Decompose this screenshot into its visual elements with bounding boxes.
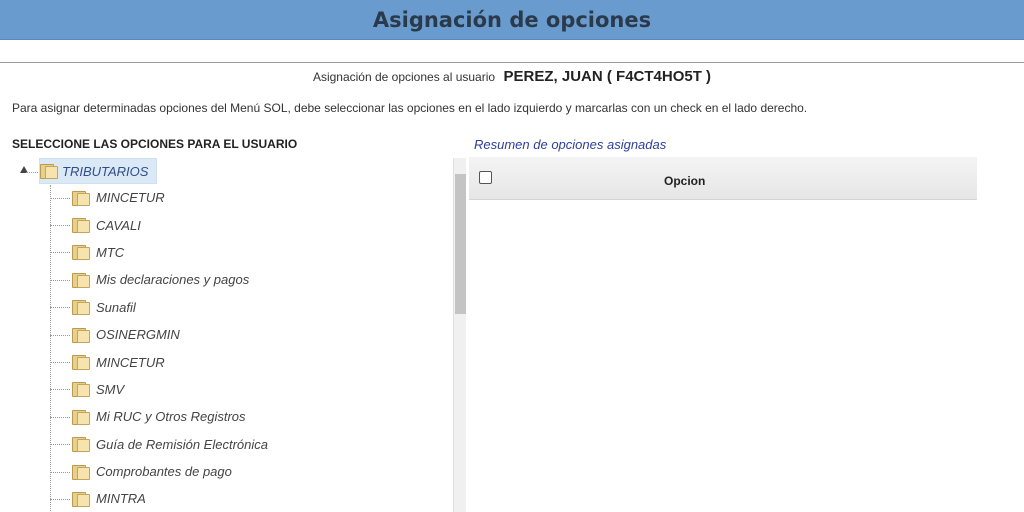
folder-icon xyxy=(72,217,90,234)
user-name: PEREZ, JUAN ( F4CT4HO5T ) xyxy=(503,68,712,85)
user-label: Asignación de opciones al usuario xyxy=(312,70,496,84)
tree-connector xyxy=(50,334,70,336)
tree-connector xyxy=(50,389,70,391)
tree-item[interactable]: MINCETUR xyxy=(16,184,446,211)
tree-item-label: Mi RUC y Otros Registros xyxy=(96,409,246,425)
tree-connector xyxy=(50,362,70,364)
folder-icon xyxy=(72,381,90,398)
folder-icon xyxy=(72,244,90,261)
tree-item[interactable]: MINCETUR xyxy=(16,348,446,375)
scrollbar-thumb[interactable] xyxy=(455,174,466,314)
tree-item-label: Mis declaraciones y pagos xyxy=(96,272,250,288)
tree-connector xyxy=(50,279,70,281)
folder-icon xyxy=(72,327,90,343)
summary-title: Resumen de opciones asignadas xyxy=(474,137,667,152)
tree-connector xyxy=(50,307,70,309)
tree-connector xyxy=(50,197,70,199)
user-line: Asignación de opciones al usuario PEREZ,… xyxy=(0,68,1024,86)
tree-title: SELECCIONE LAS OPCIONES PARA EL USUARIO xyxy=(12,137,298,151)
tree-root-item[interactable]: TRIBUTARIOS xyxy=(39,158,157,184)
tree-root-label: TRIBUTARIOS xyxy=(62,163,149,179)
folder-icon xyxy=(72,354,90,371)
folder-icon xyxy=(72,190,90,206)
tree-item-label: SMV xyxy=(96,381,125,397)
tree-item-label: MINCETUR xyxy=(96,354,165,370)
tree-item[interactable]: MTC xyxy=(16,239,446,266)
options-tree: TRIBUTARIOS MINCETUR CAVALI MTC Mis declara… xyxy=(16,155,468,512)
folder-icon xyxy=(72,272,90,288)
folder-icon xyxy=(72,491,90,507)
tree-item[interactable]: Sunafil xyxy=(16,294,446,321)
tree-item[interactable]: Mis declaraciones y pagos xyxy=(16,266,446,293)
tree-item[interactable]: OSINERGMIN xyxy=(16,321,446,348)
tree-connector xyxy=(50,471,70,473)
tree-item[interactable]: Mi RUC y Otros Registros xyxy=(16,403,446,430)
tree-item[interactable]: CAVALI xyxy=(16,211,446,238)
column-header-opcion[interactable]: Opcion xyxy=(664,174,705,188)
select-all-checkbox[interactable] xyxy=(479,171,492,184)
tree-item-label: MINTRA xyxy=(96,491,146,507)
folder-icon xyxy=(72,436,90,453)
tree-item[interactable]: MINTRA xyxy=(16,485,446,512)
tree-children: MINCETUR CAVALI MTC Mis declaraciones y pag… xyxy=(16,184,446,512)
tree-connector xyxy=(50,225,70,227)
tree-connector xyxy=(50,498,70,500)
tree-connector xyxy=(50,416,70,418)
page-title: Asignación de opciones xyxy=(372,7,652,32)
tree-connector xyxy=(50,444,70,446)
folder-icon xyxy=(72,464,90,480)
folder-icon xyxy=(40,163,58,179)
tree-item[interactable]: Comprobantes de pago xyxy=(16,458,446,485)
tree-item-label: Sunafil xyxy=(96,299,136,315)
tree-item-label: MTC xyxy=(96,244,125,260)
tree-item-label: MINCETUR xyxy=(96,190,165,206)
instructions-text: Para asignar determinadas opciones del M… xyxy=(12,101,808,115)
tree-item-label: Comprobantes de pago xyxy=(96,464,232,480)
tree-item[interactable]: SMV xyxy=(16,376,446,403)
tree-connector xyxy=(50,252,70,254)
summary-table-header: Opcion xyxy=(469,157,977,200)
tree-item-label: Guía de Remisión Electrónica xyxy=(96,436,268,452)
page-header: Asignación de opciones xyxy=(0,0,1024,40)
tree-item-label: OSINERGMIN xyxy=(96,327,180,343)
tree-connector xyxy=(26,172,40,173)
tree-item-label: CAVALI xyxy=(96,217,141,233)
header-divider xyxy=(0,62,1024,63)
folder-icon xyxy=(72,299,90,316)
tree-item[interactable]: Guía de Remisión Electrónica xyxy=(16,431,446,458)
tree-scrollbar[interactable] xyxy=(453,158,466,512)
folder-icon xyxy=(72,409,90,425)
